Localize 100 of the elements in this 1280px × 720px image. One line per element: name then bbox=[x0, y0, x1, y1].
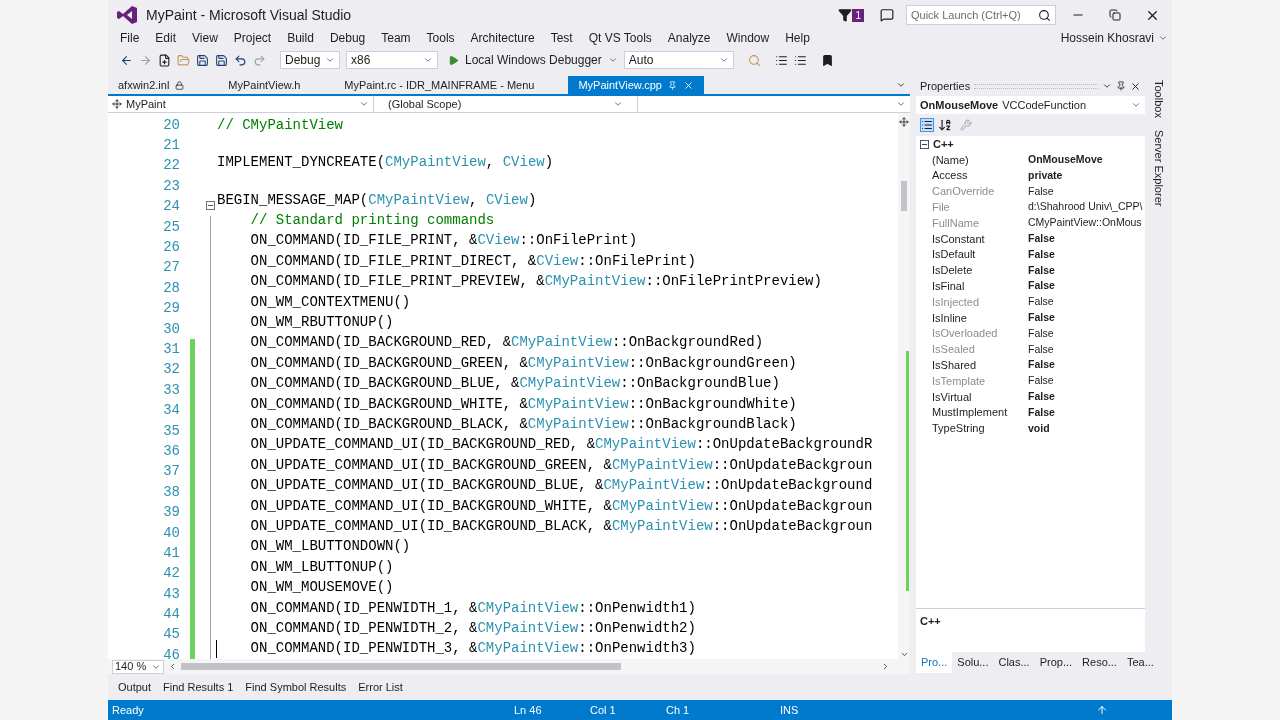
categorized-icon[interactable] bbox=[920, 118, 934, 132]
line-number: 37 bbox=[162, 462, 180, 482]
panel-tab[interactable]: Clas... bbox=[993, 652, 1035, 673]
property-row[interactable]: IsShared False bbox=[916, 357, 1145, 374]
menu-item[interactable]: Help bbox=[777, 29, 818, 47]
undo-icon[interactable] bbox=[234, 53, 247, 67]
panel-tab[interactable]: Pro... bbox=[916, 652, 953, 673]
property-row[interactable]: IsSealed False bbox=[916, 341, 1145, 358]
pin-icon[interactable] bbox=[1116, 81, 1126, 91]
object-dropdown[interactable]: OnMouseMove VCCodeFunction bbox=[916, 96, 1145, 114]
solution-dropdown[interactable]: Auto bbox=[623, 51, 734, 69]
column-indicator: Col 1 bbox=[590, 702, 617, 718]
collapse-toggle[interactable] bbox=[920, 139, 929, 149]
line-number: 29 bbox=[162, 299, 180, 319]
panel-tab[interactable]: Prop... bbox=[1034, 652, 1078, 673]
document-tab[interactable]: MyPaint.rc - IDR_MAINFRAME - Menu bbox=[334, 76, 545, 94]
menu-item[interactable]: Debug bbox=[321, 29, 374, 47]
sort-icon[interactable] bbox=[938, 118, 952, 132]
line-number: 44 bbox=[162, 605, 180, 625]
project-dropdown[interactable]: MyPaint bbox=[108, 96, 374, 112]
collapse-toggle[interactable] bbox=[205, 201, 215, 211]
side-tab[interactable]: Server Explorer bbox=[1150, 129, 1167, 207]
menu-item[interactable]: Architecture bbox=[462, 29, 543, 47]
property-row[interactable]: Access private bbox=[916, 167, 1145, 184]
horizontal-scrollbar[interactable] bbox=[181, 663, 621, 670]
publish-icon[interactable] bbox=[1096, 704, 1108, 716]
new-file-icon[interactable] bbox=[158, 53, 171, 67]
property-row[interactable]: IsConstant False bbox=[916, 231, 1145, 247]
menu-item[interactable]: Window bbox=[718, 29, 778, 47]
pin-icon[interactable] bbox=[668, 80, 677, 90]
quick-launch-field[interactable]: Quick Launch (Ctrl+Q) bbox=[906, 5, 1056, 25]
property-row[interactable]: MustImplement False bbox=[916, 404, 1145, 421]
code-line: ON_COMMAND(ID_BACKGROUND_BLACK, &CMyPaintView::OnBackgroundBlack) bbox=[249, 415, 797, 434]
output-tab[interactable]: Output bbox=[112, 678, 158, 696]
property-row[interactable]: IsOverloaded False bbox=[916, 325, 1145, 342]
notification-badge[interactable]: 1 bbox=[852, 8, 864, 22]
line-number: 36 bbox=[162, 441, 180, 461]
vertical-scrollbar[interactable] bbox=[898, 113, 910, 659]
property-row[interactable]: IsVirtual False bbox=[916, 388, 1145, 405]
close-icon[interactable] bbox=[1130, 80, 1141, 92]
bookmark-icon[interactable] bbox=[820, 53, 834, 67]
menu-item[interactable]: View bbox=[184, 29, 226, 47]
line-number: 22 bbox=[162, 156, 180, 176]
property-row[interactable]: IsDelete False bbox=[916, 262, 1145, 279]
restore-icon[interactable] bbox=[1109, 9, 1121, 21]
document-tab[interactable]: afxwin2.inl bbox=[108, 76, 195, 94]
output-tab[interactable]: Error List bbox=[352, 678, 409, 696]
platform-dropdown[interactable]: x86 bbox=[346, 51, 438, 69]
code-line: ON_WM_LBUTTONUP() bbox=[249, 557, 394, 577]
menu-item[interactable]: Build bbox=[279, 29, 322, 47]
document-tab[interactable]: MyPaintView.h bbox=[218, 76, 311, 94]
menu-item[interactable]: Tools bbox=[418, 29, 463, 47]
property-row[interactable]: IsInjected False bbox=[916, 294, 1145, 310]
user-name[interactable]: Hossein Khosravi bbox=[1060, 29, 1154, 47]
menu-item[interactable]: Project bbox=[225, 29, 280, 47]
panel-tab[interactable]: Reso... bbox=[1077, 652, 1122, 673]
zoom-dropdown[interactable]: 140 % bbox=[112, 659, 164, 674]
scope-dropdown[interactable]: (Global Scope) bbox=[374, 96, 638, 112]
tab-list-icon[interactable] bbox=[896, 80, 906, 90]
property-row[interactable]: IsInline False bbox=[916, 309, 1145, 326]
menu-item[interactable]: File bbox=[112, 29, 148, 47]
line-number: 34 bbox=[162, 401, 180, 421]
code-line: ON_WM_LBUTTONDOWN() bbox=[249, 537, 411, 557]
save-all-icon[interactable] bbox=[215, 53, 228, 67]
property-row[interactable]: IsDefault False bbox=[916, 246, 1145, 263]
feedback-icon[interactable] bbox=[880, 8, 894, 22]
document-tab[interactable]: MyPaintView.cpp bbox=[568, 76, 704, 94]
back-icon[interactable] bbox=[120, 53, 133, 67]
save-icon[interactable] bbox=[196, 53, 209, 67]
filter-icon[interactable] bbox=[838, 8, 853, 22]
output-tab[interactable]: Find Symbol Results bbox=[239, 678, 353, 696]
debugger-button[interactable]: Local Windows Debugger bbox=[465, 51, 602, 69]
property-row[interactable]: File d:\Shahrood Univ\_CPP\ bbox=[916, 199, 1145, 216]
panel-tab[interactable]: Solu... bbox=[952, 652, 994, 673]
menu-item[interactable]: Team bbox=[373, 29, 419, 47]
property-row[interactable]: CanOverride False bbox=[916, 183, 1145, 200]
line-number: 21 bbox=[162, 136, 180, 156]
scroll-down-icon[interactable] bbox=[899, 650, 909, 659]
menu-item[interactable]: Edit bbox=[147, 29, 185, 47]
property-row[interactable]: TypeString void bbox=[916, 420, 1145, 437]
line-number: 27 bbox=[162, 258, 180, 278]
project-icon bbox=[112, 99, 122, 109]
property-row[interactable]: FullName CMyPaintView::OnMous bbox=[916, 215, 1145, 231]
side-tab[interactable]: Toolbox bbox=[1150, 80, 1167, 118]
configuration-dropdown[interactable]: Debug bbox=[280, 51, 340, 69]
property-row[interactable]: (Name) OnMouseMove bbox=[916, 152, 1145, 168]
scroll-left-icon[interactable] bbox=[168, 662, 177, 671]
panel-menu-icon[interactable] bbox=[1102, 81, 1112, 91]
menu-item[interactable]: Analyze bbox=[659, 29, 719, 47]
menu-item[interactable]: Test bbox=[542, 29, 581, 47]
play-icon[interactable] bbox=[448, 54, 459, 66]
split-icon[interactable] bbox=[899, 117, 909, 127]
scroll-right-icon[interactable] bbox=[881, 662, 890, 671]
panel-tab[interactable]: Tea... bbox=[1121, 652, 1159, 673]
scrollbar-thumb[interactable] bbox=[901, 181, 907, 211]
menu-item[interactable]: Qt VS Tools bbox=[580, 29, 660, 47]
property-row[interactable]: IsTemplate False bbox=[916, 373, 1145, 389]
code-editor[interactable] bbox=[108, 113, 910, 659]
property-row[interactable]: IsFinal False bbox=[916, 278, 1145, 295]
output-tab[interactable]: Find Results 1 bbox=[157, 678, 240, 696]
